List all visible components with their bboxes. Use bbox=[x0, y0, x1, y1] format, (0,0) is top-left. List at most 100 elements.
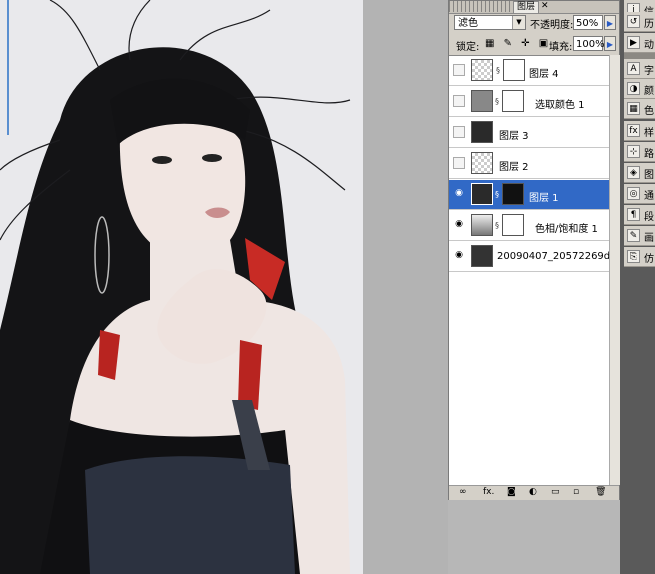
layers-list: § 图层 4 § 选取颜色 1 图层 3 图层 2 ◉ § 图层 1 ◉ § 色… bbox=[449, 55, 626, 486]
link-icon: § bbox=[495, 221, 499, 230]
collapsed-tabs[interactable] bbox=[449, 1, 511, 12]
brushes-icon: ✎ bbox=[627, 229, 640, 242]
panel-brushes[interactable]: ✎ 画 bbox=[624, 226, 655, 246]
layers-icon: ◈ bbox=[627, 166, 640, 179]
layer-row[interactable]: § 选取颜色 1 bbox=[449, 87, 609, 117]
layer-thumbnail bbox=[471, 59, 493, 81]
layers-panel: 图层 ✕ 滤色 ▼ 不透明度: 50% ▶ 锁定: ▦ ✎ ✛ ▣ 填充: 10… bbox=[448, 0, 626, 500]
panel-channels[interactable]: ◎ 通 bbox=[624, 184, 655, 204]
layer-row[interactable]: § 图层 4 bbox=[449, 56, 609, 86]
opacity-input[interactable]: 50% bbox=[573, 15, 603, 30]
panel-color[interactable]: ◑ 颜 bbox=[624, 79, 655, 99]
panel-paragraph[interactable]: ¶ 段 bbox=[624, 205, 655, 225]
right-panel-dock: i信 ↺历 ▶动 A字 ◑颜 ▦色 fx样 ⊹路 ◈图 ◎通 ¶段 ✎画 ⎘仿 bbox=[620, 0, 655, 574]
tab-layers[interactable]: 图层 bbox=[513, 1, 540, 13]
clone-source-icon: ⎘ bbox=[627, 250, 640, 263]
adjustment-thumbnail bbox=[471, 214, 493, 236]
group-icon[interactable]: ▭ bbox=[551, 487, 560, 497]
opacity-slider-button[interactable]: ▶ bbox=[604, 15, 616, 30]
layer-name: 色相/饱和度 1 bbox=[535, 224, 598, 235]
paths-icon: ⊹ bbox=[627, 145, 640, 158]
document-canvas[interactable] bbox=[0, 0, 364, 574]
panel-label: 段 bbox=[644, 212, 654, 223]
layer-mask-thumbnail bbox=[502, 214, 524, 236]
panel-actions[interactable]: ▶ 动 bbox=[624, 33, 655, 53]
panel-label: 历 bbox=[644, 19, 654, 30]
panel-clone-source[interactable]: ⎘ 仿 bbox=[624, 247, 655, 267]
panel-history[interactable]: ↺ 历 bbox=[624, 12, 655, 32]
panel-label: 通 bbox=[644, 191, 654, 202]
color-icon: ◑ bbox=[627, 82, 640, 95]
layer-row-selected[interactable]: ◉ § 图层 1 bbox=[449, 180, 609, 210]
layer-name: 图层 1 bbox=[529, 193, 559, 204]
paragraph-icon: ¶ bbox=[627, 208, 640, 221]
panel-character[interactable]: A字 bbox=[624, 59, 655, 79]
panel-label: 仿 bbox=[644, 254, 654, 265]
link-icon: § bbox=[495, 97, 499, 106]
trash-icon[interactable]: 🗑 bbox=[595, 487, 606, 497]
lock-options[interactable]: ▦ ✎ ✛ ▣ bbox=[485, 38, 551, 49]
layer-row[interactable]: 图层 3 bbox=[449, 118, 609, 148]
panel-label: 动 bbox=[644, 40, 654, 51]
fill-label: 填充: bbox=[549, 42, 573, 53]
layer-row[interactable]: 图层 2 bbox=[449, 149, 609, 179]
adjustment-icon[interactable]: ◐ bbox=[529, 487, 537, 497]
opacity-label: 不透明度: bbox=[530, 20, 574, 31]
eye-icon[interactable]: ◉ bbox=[453, 250, 465, 262]
actions-icon: ▶ bbox=[627, 36, 640, 49]
layer-thumbnail bbox=[471, 245, 493, 267]
blend-mode-select[interactable]: 滤色 ▼ bbox=[454, 15, 526, 30]
eye-icon[interactable]: ◉ bbox=[453, 188, 465, 200]
portrait-photo bbox=[0, 0, 363, 574]
layers-scrollbar[interactable] bbox=[609, 55, 620, 485]
fx-icon[interactable]: fx. bbox=[483, 487, 494, 497]
swatches-icon: ▦ bbox=[627, 102, 640, 115]
close-icon[interactable]: ✕ bbox=[541, 1, 549, 12]
layer-name: 图层 2 bbox=[499, 162, 529, 173]
fill-input[interactable]: 100% bbox=[573, 36, 605, 51]
link-icon: § bbox=[495, 190, 499, 199]
panel-label: 色 bbox=[644, 106, 654, 117]
layer-name: 图层 3 bbox=[499, 131, 529, 142]
character-icon: A bbox=[627, 62, 640, 75]
visibility-toggle[interactable] bbox=[453, 95, 465, 107]
channels-icon: ◎ bbox=[627, 187, 640, 200]
layer-mask-thumbnail bbox=[502, 90, 524, 112]
history-icon: ↺ bbox=[627, 15, 640, 28]
adjustment-thumbnail bbox=[471, 90, 493, 112]
layer-name: 图层 4 bbox=[529, 69, 559, 80]
visibility-toggle[interactable] bbox=[453, 126, 465, 138]
layer-mask-thumbnail bbox=[503, 59, 525, 81]
workspace-background bbox=[363, 0, 448, 574]
link-layers-icon[interactable]: ∞ bbox=[459, 487, 467, 497]
panel-paths[interactable]: ⊹ 路 bbox=[624, 142, 655, 162]
panel-label: 路 bbox=[644, 149, 654, 160]
lock-label: 锁定: bbox=[456, 42, 480, 53]
layer-row[interactable]: ◉ 20090407_20572269d5... bbox=[449, 242, 626, 272]
layer-thumbnail bbox=[471, 152, 493, 174]
new-layer-icon[interactable]: ▫ bbox=[573, 487, 579, 497]
panel-label: 颜 bbox=[644, 86, 654, 97]
layer-mask-thumbnail bbox=[502, 183, 524, 205]
mask-icon[interactable]: ◙ bbox=[507, 487, 516, 497]
panel-label: 样 bbox=[644, 128, 654, 139]
fill-slider-button[interactable]: ▶ bbox=[604, 36, 616, 51]
panel-label: 图 bbox=[644, 170, 654, 181]
eye-icon[interactable]: ◉ bbox=[453, 219, 465, 231]
layer-name: 20090407_20572269d5... bbox=[497, 251, 627, 262]
layer-thumbnail bbox=[471, 121, 493, 143]
panel-label: 画 bbox=[644, 233, 654, 244]
panel-styles[interactable]: fx 样 bbox=[624, 121, 655, 141]
visibility-toggle[interactable] bbox=[453, 157, 465, 169]
visibility-toggle[interactable] bbox=[453, 64, 465, 76]
layer-row[interactable]: ◉ § 色相/饱和度 1 bbox=[449, 211, 609, 241]
layer-name: 选取颜色 1 bbox=[535, 100, 585, 111]
panel-label: 字 bbox=[644, 66, 654, 77]
styles-icon: fx bbox=[627, 124, 640, 137]
panel-layers[interactable]: ◈ 图 bbox=[624, 163, 655, 183]
panel-swatches[interactable]: ▦ 色 bbox=[624, 99, 655, 119]
layer-thumbnail bbox=[471, 183, 493, 205]
link-icon: § bbox=[496, 66, 500, 75]
canvas-edge-guide bbox=[0, 0, 9, 135]
layers-bottom-toolbar: ∞ fx. ◙ ◐ ▭ ▫ 🗑 bbox=[449, 485, 619, 500]
